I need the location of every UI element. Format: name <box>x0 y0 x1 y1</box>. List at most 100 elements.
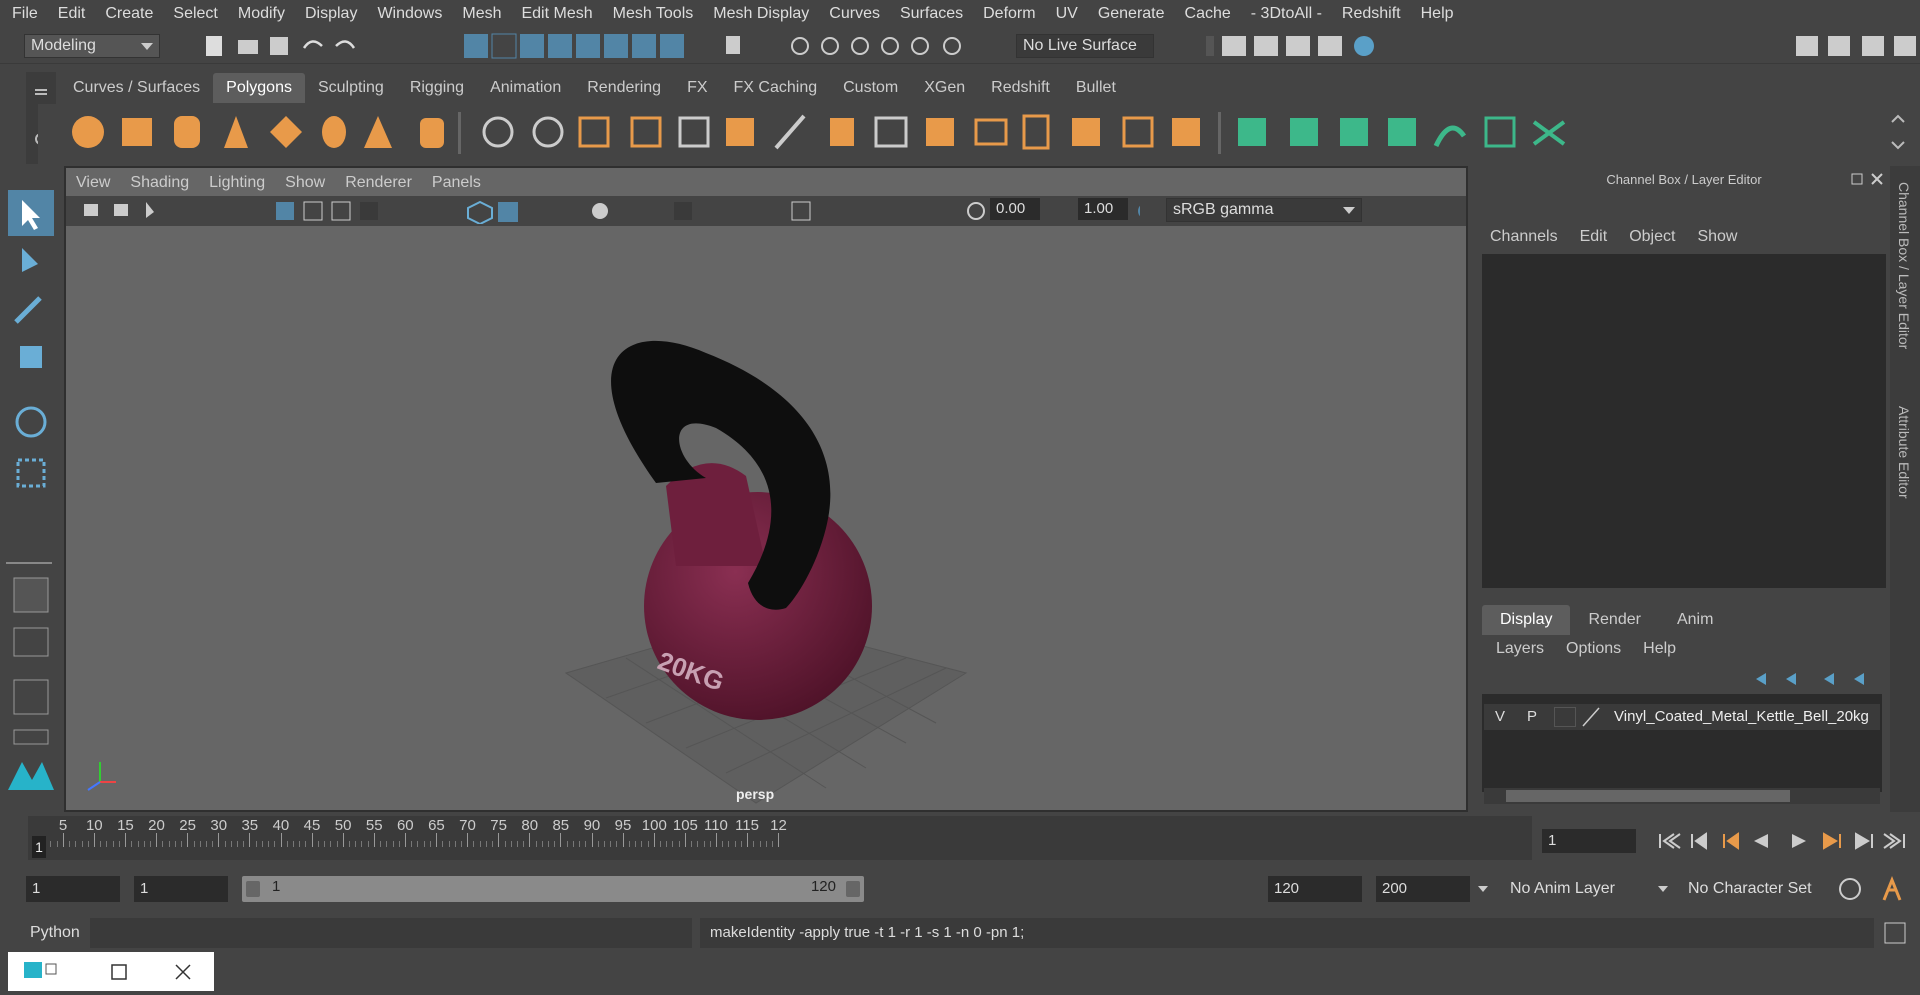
channel-menu-show[interactable]: Show <box>1697 228 1737 246</box>
menu-display[interactable]: Display <box>305 5 357 23</box>
menu-redshift[interactable]: Redshift <box>1342 5 1401 23</box>
shelf-tab-redshift[interactable]: Redshift <box>978 73 1063 103</box>
menu-windows[interactable]: Windows <box>377 5 442 23</box>
play-forward-icon <box>1792 834 1806 848</box>
menu-deform[interactable]: Deform <box>983 5 1035 23</box>
channel-box-area[interactable] <box>1482 254 1886 588</box>
separate-icon <box>532 116 564 148</box>
shelf-tab-sculpting[interactable]: Sculpting <box>305 73 397 103</box>
scrollbar-thumb[interactable] <box>1506 790 1790 802</box>
menu-curves[interactable]: Curves <box>829 5 880 23</box>
menu-help[interactable]: Help <box>1421 5 1454 23</box>
timeline-minor-tick <box>336 841 338 847</box>
menu-modify[interactable]: Modify <box>238 5 285 23</box>
move-tool-icon <box>20 346 42 368</box>
character-set-select[interactable]: No Character Set <box>1680 876 1824 902</box>
layer-menu-options[interactable]: Options <box>1566 640 1621 658</box>
insert-loop-icon <box>1022 114 1050 150</box>
side-tab-channel-box[interactable]: Channel Box / Layer Editor <box>1896 182 1912 349</box>
time-marker[interactable]: 1 <box>32 836 46 858</box>
bevel-icon <box>926 118 954 146</box>
range-handle-start[interactable] <box>246 881 260 897</box>
timeline-minor-tick <box>56 841 58 847</box>
viewport-menu-panels[interactable]: Panels <box>422 170 491 196</box>
timeline-minor-tick <box>118 841 120 847</box>
timeline-tick <box>249 833 251 847</box>
range-handle-end[interactable] <box>846 881 860 897</box>
menu-uv[interactable]: UV <box>1056 5 1078 23</box>
menu-cache[interactable]: Cache <box>1185 5 1231 23</box>
range-slider[interactable]: 1 120 <box>242 876 864 902</box>
viewport-menu-shading[interactable]: Shading <box>120 170 199 196</box>
shelf-tab-fx[interactable]: FX <box>674 73 720 103</box>
layer-menu-layers[interactable]: Layers <box>1496 640 1544 658</box>
side-tab-attribute-editor[interactable]: Attribute Editor <box>1896 406 1912 499</box>
playback-end-field[interactable]: 120 <box>1268 876 1362 902</box>
channel-menu-edit[interactable]: Edit <box>1580 228 1608 246</box>
menu-3dtoall[interactable]: - 3DtoAll - <box>1251 5 1322 23</box>
script-editor-icon[interactable] <box>1882 920 1908 946</box>
viewport-menu-lighting[interactable]: Lighting <box>199 170 275 196</box>
timeline-tick <box>560 833 562 847</box>
channel-menu-channels[interactable]: Channels <box>1490 228 1558 246</box>
shelf-tab-custom[interactable]: Custom <box>830 73 911 103</box>
shelf-tab-xgen[interactable]: XGen <box>911 73 978 103</box>
shelf-tab-animation[interactable]: Animation <box>477 73 574 103</box>
timeline-tick-label: 80 <box>521 817 539 834</box>
layout-single-icon <box>13 577 49 613</box>
layer-scrollbar[interactable] <box>1484 788 1880 804</box>
color-space-select[interactable]: sRGB gamma <box>1166 198 1362 222</box>
timeline-minor-tick <box>610 841 612 847</box>
timeline-minor-tick <box>479 841 481 847</box>
timeline-minor-tick <box>380 841 382 847</box>
layer-playback[interactable]: P <box>1522 706 1542 728</box>
live-surface-field[interactable]: No Live Surface <box>1016 34 1154 58</box>
playback-start-field[interactable]: 1 <box>134 876 228 902</box>
timeline-minor-tick <box>193 841 195 847</box>
menu-create[interactable]: Create <box>105 5 153 23</box>
command-input[interactable] <box>90 918 692 948</box>
exposure-icon <box>967 202 985 220</box>
menu-surfaces[interactable]: Surfaces <box>900 5 963 23</box>
shelf-tab-rigging[interactable]: Rigging <box>397 73 477 103</box>
chevron-down-icon[interactable] <box>1478 876 1490 902</box>
layer-display-type[interactable] <box>1554 707 1576 727</box>
command-language[interactable]: Python <box>30 924 80 942</box>
gamma-field[interactable]: 1.00 <box>1078 198 1128 220</box>
viewport-menu-renderer[interactable]: Renderer <box>335 170 422 196</box>
channel-menu-object[interactable]: Object <box>1629 228 1675 246</box>
exposure-field[interactable]: 0.00 <box>990 198 1040 220</box>
menu-generate[interactable]: Generate <box>1098 5 1165 23</box>
shelf-tab-bullet[interactable]: Bullet <box>1063 73 1129 103</box>
menu-edit[interactable]: Edit <box>58 5 86 23</box>
menu-select[interactable]: Select <box>173 5 217 23</box>
shelf-tab-polygons[interactable]: Polygons <box>213 73 305 103</box>
snap-curve-icon <box>576 34 600 58</box>
menu-mesh-display[interactable]: Mesh Display <box>713 5 809 23</box>
viewport-menu-show[interactable]: Show <box>275 170 335 196</box>
menu-mesh-tools[interactable]: Mesh Tools <box>613 5 694 23</box>
menu-file[interactable]: File <box>12 5 38 23</box>
shelf-tab-curves-surfaces[interactable]: Curves / Surfaces <box>60 73 213 103</box>
shelf-tab-fx-caching[interactable]: FX Caching <box>721 73 831 103</box>
current-frame-field[interactable]: 1 <box>1542 829 1636 853</box>
layer-tab-anim[interactable]: Anim <box>1659 605 1731 635</box>
chevron-down-icon[interactable] <box>1658 876 1670 902</box>
timeline-minor-tick <box>330 841 332 847</box>
triangulate-icon <box>1172 118 1200 146</box>
start-time-field[interactable]: 1 <box>26 876 120 902</box>
anim-layer-select[interactable]: No Anim Layer <box>1502 876 1668 902</box>
menu-edit-mesh[interactable]: Edit Mesh <box>521 5 592 23</box>
layer-row[interactable]: V P Vinyl_Coated_Metal_Kettle_Bell_20kg <box>1484 704 1880 730</box>
timeline-minor-tick <box>572 841 574 847</box>
layer-tab-display[interactable]: Display <box>1482 605 1571 635</box>
menu-mesh[interactable]: Mesh <box>462 5 501 23</box>
shelf-tab-rendering[interactable]: Rendering <box>574 73 674 103</box>
layer-visibility[interactable]: V <box>1490 706 1510 728</box>
end-time-field[interactable]: 200 <box>1376 876 1470 902</box>
layer-tab-render[interactable]: Render <box>1570 605 1658 635</box>
layer-menu-help[interactable]: Help <box>1643 640 1676 658</box>
viewport-menu-view[interactable]: View <box>66 170 120 196</box>
mode-selector[interactable]: Modeling <box>24 34 160 58</box>
select-by-component-icon <box>520 34 544 58</box>
